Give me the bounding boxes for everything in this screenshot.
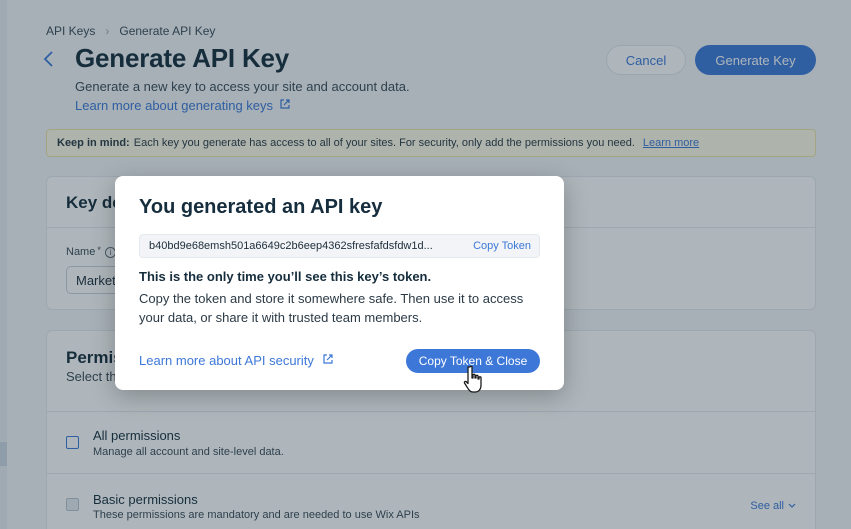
warning-heading: This is the only time you’ll see this ke… <box>139 269 432 284</box>
copy-token-button[interactable]: Copy Token <box>473 240 531 252</box>
warning-body: Copy the token and store it somewhere sa… <box>139 291 524 325</box>
token-value: b40bd9e68emsh501a6649c2b6eep4362sfresfaf… <box>149 240 433 252</box>
api-security-link[interactable]: Learn more about API security <box>139 353 334 368</box>
api-key-generated-modal: You generated an API key b40bd9e68emsh50… <box>115 176 564 390</box>
api-security-link-label: Learn more about API security <box>139 353 314 368</box>
token-field[interactable]: b40bd9e68emsh501a6649c2b6eep4362sfresfaf… <box>139 234 540 258</box>
modal-title: You generated an API key <box>139 196 383 218</box>
hand-cursor-icon <box>461 364 485 394</box>
external-link-icon <box>322 353 334 368</box>
